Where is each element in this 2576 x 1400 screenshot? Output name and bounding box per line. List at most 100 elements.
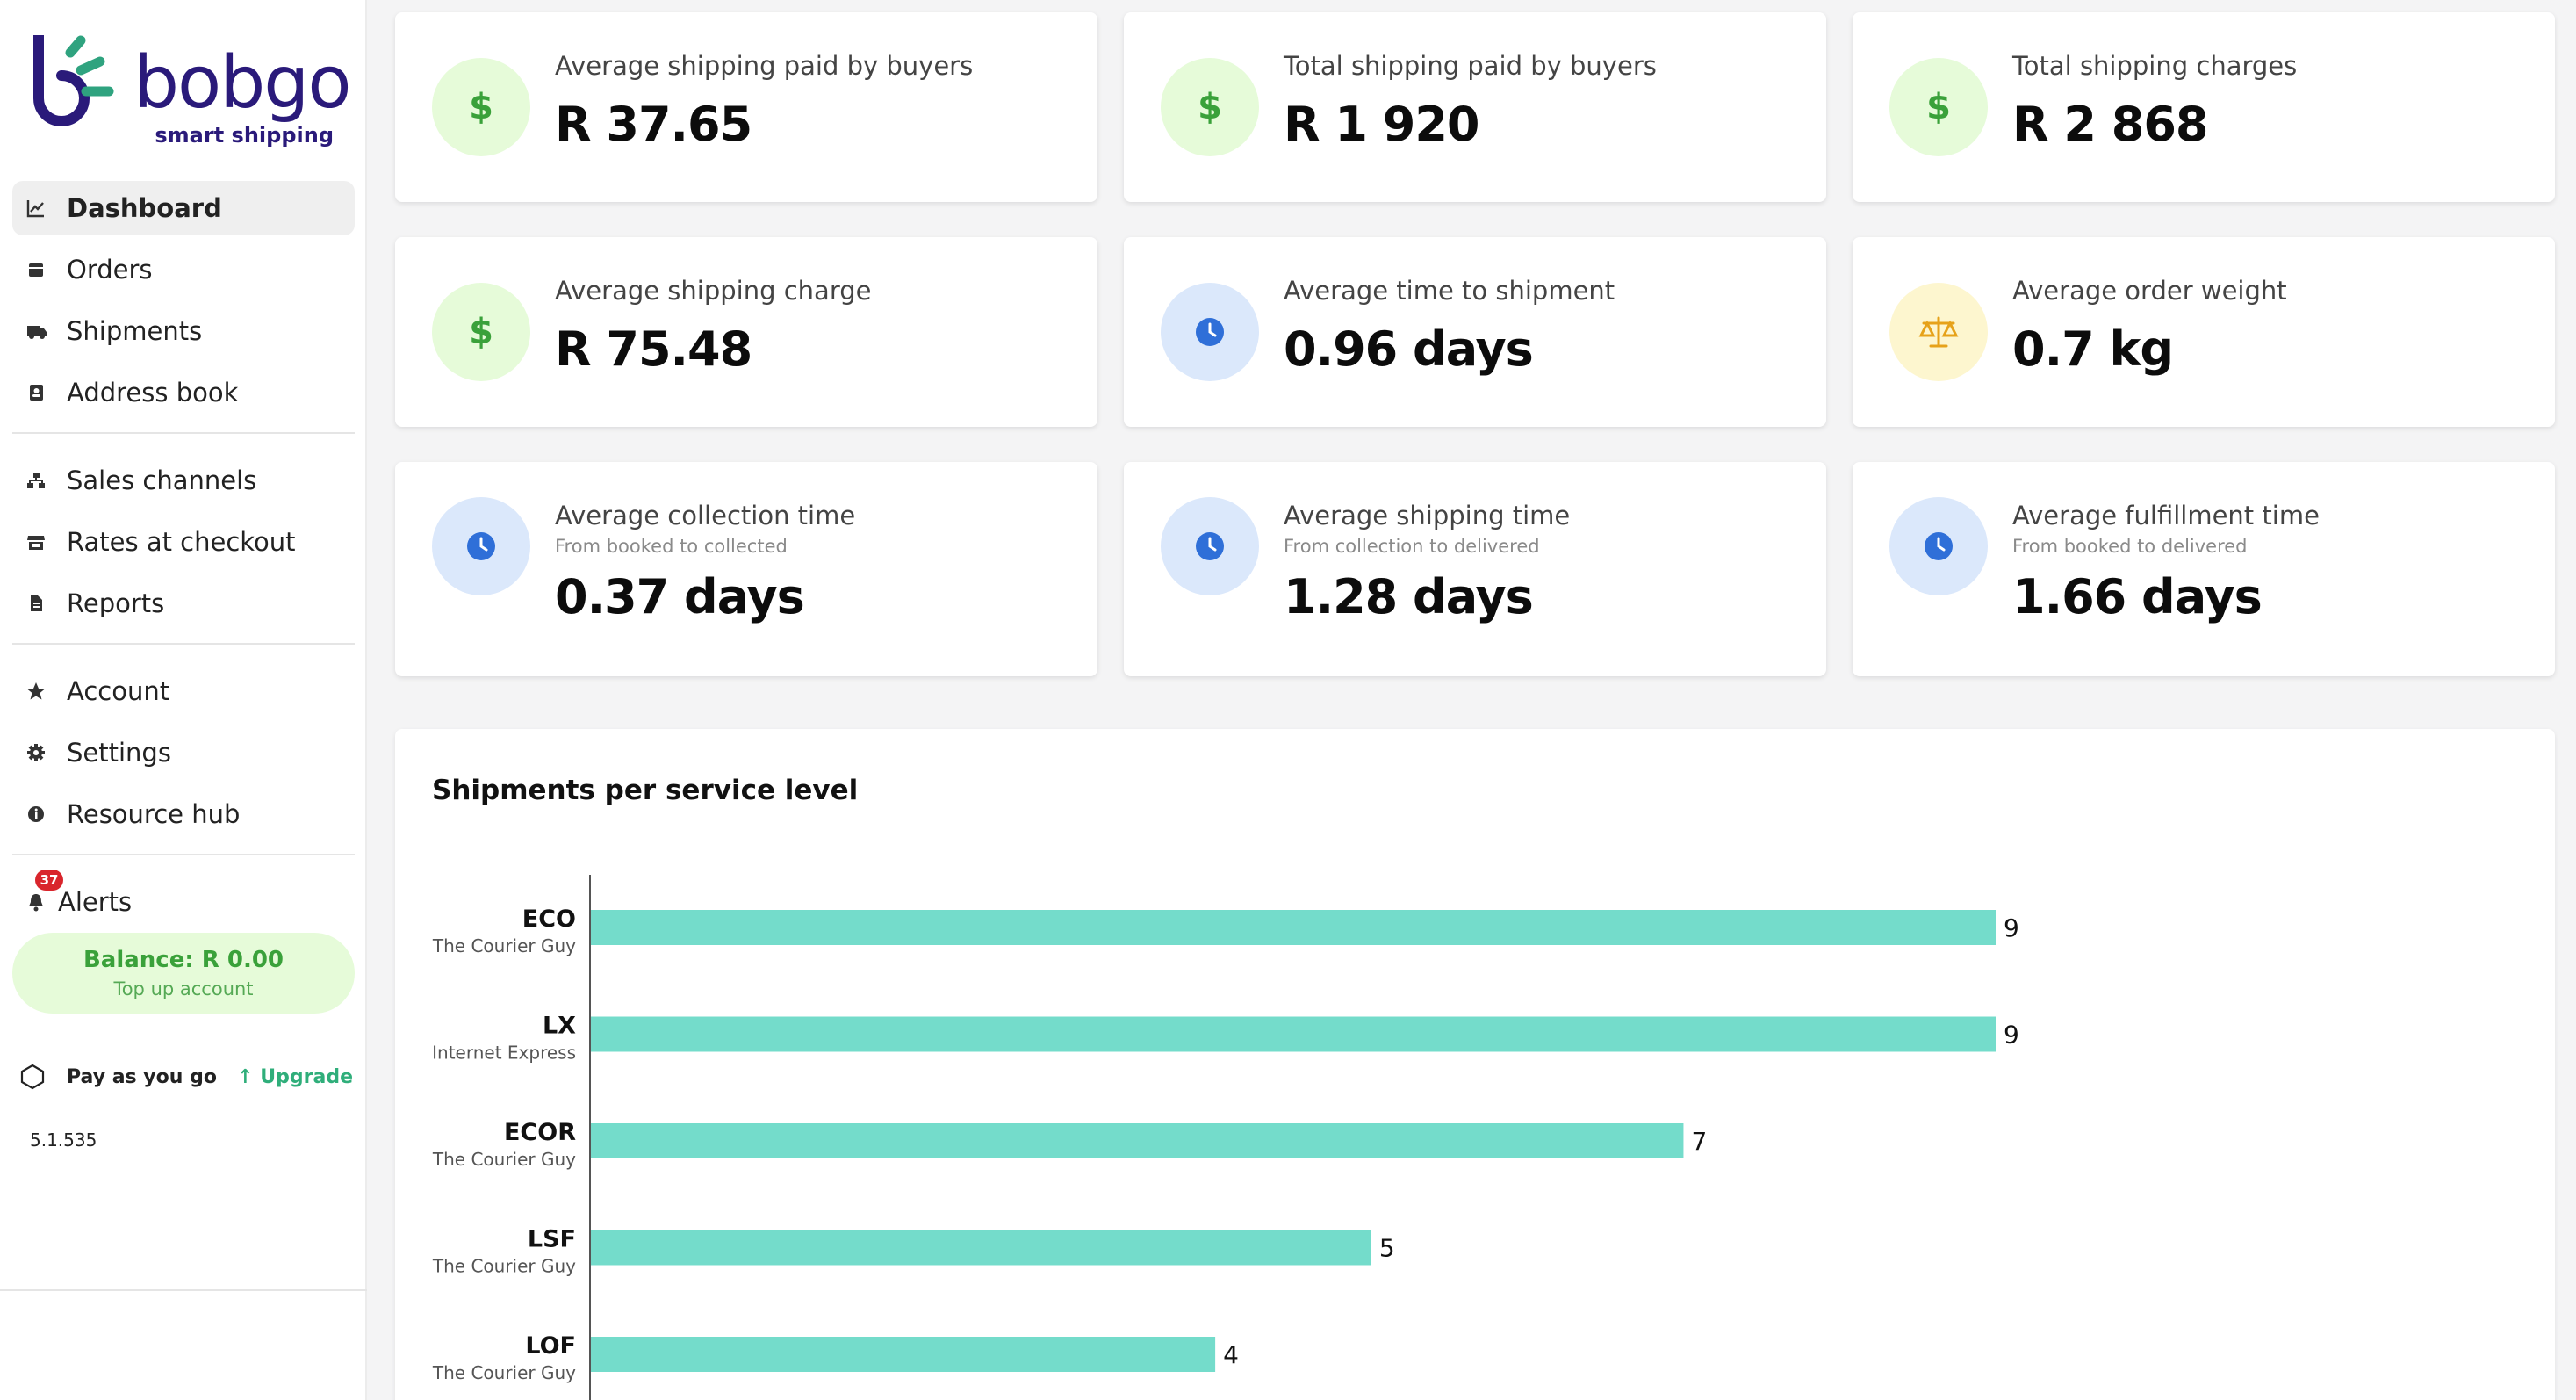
- stat-value: R 75.48: [555, 321, 752, 377]
- sidebar-item-label: Reports: [67, 588, 165, 618]
- stat-card-avg-collection-time: Average collection time From booked to c…: [395, 462, 1097, 676]
- clock-icon: [1161, 497, 1259, 595]
- balance-pill[interactable]: Balance: R 0.00 Top up account: [12, 933, 355, 1014]
- stat-card-avg-shipping-paid: $ Average shipping paid by buyers R 37.6…: [395, 12, 1097, 202]
- stat-label: Average time to shipment: [1284, 276, 1615, 306]
- dollar-icon: $: [1889, 58, 1988, 156]
- courier-tick-label: The Courier Guy: [432, 935, 576, 956]
- stat-card-avg-time-to-shipment: Average time to shipment 0.96 days: [1124, 237, 1826, 427]
- sidebar-item-orders[interactable]: Orders: [12, 242, 355, 297]
- upgrade-label: Upgrade: [260, 1065, 353, 1088]
- bar-ecor[interactable]: [591, 1123, 1684, 1158]
- upgrade-link[interactable]: ↑ Upgrade: [237, 1066, 353, 1088]
- alerts-count-badge: 37: [35, 870, 63, 891]
- sidebar-item-rates-at-checkout[interactable]: Rates at checkout: [12, 515, 355, 569]
- sidebar-item-alerts[interactable]: 37 Alerts: [12, 870, 355, 929]
- top-up-link[interactable]: Top up account: [12, 978, 355, 999]
- sidebar-item-shipments[interactable]: Shipments: [12, 304, 355, 358]
- stat-card-total-shipping-paid: $ Total shipping paid by buyers R 1 920: [1124, 12, 1826, 202]
- plan-name: Pay as you go: [67, 1065, 217, 1088]
- stat-label: Average order weight: [2012, 276, 2287, 306]
- sidebar-item-label: Shipments: [67, 316, 203, 346]
- sidebar-item-account[interactable]: Account: [12, 664, 355, 718]
- stat-value: 0.96 days: [1284, 321, 1534, 377]
- category-tick-label: LOF: [525, 1332, 576, 1360]
- stat-value: 0.7 kg: [2012, 321, 2174, 377]
- sidebar-item-address-book[interactable]: Address book: [12, 365, 355, 420]
- stat-card-avg-order-weight: Average order weight 0.7 kg: [1853, 237, 2555, 427]
- stat-card-avg-fulfillment-time: Average fulfillment time From booked to …: [1853, 462, 2555, 676]
- sidebar-item-label: Alerts: [58, 887, 133, 917]
- file-icon: [26, 594, 46, 613]
- category-tick-label: ECO: [522, 906, 576, 933]
- stat-value: 1.28 days: [1284, 569, 1534, 624]
- sidebar: bobgo smart shipping Dashboard Orders Sh…: [0, 0, 367, 1400]
- stat-value: 1.66 days: [2012, 569, 2263, 624]
- nav-divider: [12, 854, 355, 855]
- sidebar-footer-divider: [0, 1289, 367, 1291]
- scale-icon: [1889, 283, 1988, 381]
- stat-value: 0.37 days: [555, 569, 805, 624]
- star-icon: [26, 682, 46, 701]
- app-version: 5.1.535: [30, 1129, 97, 1151]
- hexagon-icon: [20, 1064, 45, 1090]
- stat-sublabel: From collection to delivered: [1284, 536, 1540, 557]
- category-tick-label: ECOR: [504, 1119, 576, 1146]
- sidebar-item-label: Orders: [67, 255, 153, 285]
- bobgo-logo[interactable]: bobgo smart shipping: [30, 35, 351, 158]
- stat-value: R 2 868: [2012, 97, 2208, 152]
- clock-icon: [432, 497, 530, 595]
- info-icon: [26, 805, 46, 824]
- sidebar-item-sales-channels[interactable]: Sales channels: [12, 453, 355, 508]
- courier-tick-label: The Courier Guy: [432, 1256, 576, 1277]
- brand-tagline: smart shipping: [155, 123, 334, 148]
- stat-card-avg-shipping-charge: $ Average shipping charge R 75.48: [395, 237, 1097, 427]
- sidebar-item-resource-hub[interactable]: Resource hub: [12, 787, 355, 841]
- sidebar-item-label: Sales channels: [67, 465, 257, 495]
- stat-label: Total shipping charges: [2012, 51, 2298, 81]
- stat-card-avg-shipping-time: Average shipping time From collection to…: [1124, 462, 1826, 676]
- nav-divider: [12, 643, 355, 645]
- stat-label: Average shipping charge: [555, 276, 872, 306]
- sidebar-item-label: Address book: [67, 378, 239, 408]
- store-icon: [26, 532, 46, 552]
- dollar-icon: $: [432, 283, 530, 381]
- sitemap-icon: [26, 471, 46, 490]
- nav-divider: [12, 432, 355, 434]
- sidebar-nav: Dashboard Orders Shipments Address book: [12, 181, 355, 936]
- bar-lof[interactable]: [591, 1337, 1216, 1372]
- sidebar-item-reports[interactable]: Reports: [12, 576, 355, 631]
- arrow-up-icon: ↑: [237, 1065, 261, 1088]
- category-tick-label: LX: [543, 1013, 576, 1040]
- gear-icon: [26, 743, 46, 762]
- courier-tick-label: Internet Express: [432, 1043, 576, 1064]
- courier-tick-label: The Courier Guy: [432, 1362, 576, 1383]
- bell-icon: [26, 892, 46, 912]
- bobgo-logo-mark: [33, 35, 114, 126]
- clock-icon: [1161, 283, 1259, 381]
- sidebar-item-label: Settings: [67, 738, 171, 768]
- sidebar-item-settings[interactable]: Settings: [12, 725, 355, 780]
- stat-sublabel: From booked to delivered: [2012, 536, 2248, 557]
- sidebar-item-label: Account: [67, 676, 170, 706]
- sidebar-item-dashboard[interactable]: Dashboard: [12, 181, 355, 235]
- shipments-per-service-level-card: Shipments per service level 9 ECO The Cour…: [395, 729, 2555, 1400]
- sidebar-item-label: Resource hub: [67, 799, 241, 829]
- bar-value-label: 4: [1223, 1340, 1239, 1369]
- bar-value-label: 7: [1691, 1127, 1707, 1156]
- stat-label: Average shipping paid by buyers: [555, 51, 974, 81]
- chart-line-icon: [26, 198, 46, 218]
- bar-lsf[interactable]: [591, 1230, 1371, 1266]
- bar-eco[interactable]: [591, 910, 1996, 945]
- sidebar-item-label: Dashboard: [67, 193, 222, 223]
- box-icon: [26, 260, 46, 279]
- bar-lx[interactable]: [591, 1016, 1996, 1052]
- stat-label: Average collection time: [555, 501, 856, 530]
- brand-name: bobgo: [133, 41, 351, 125]
- courier-tick-label: The Courier Guy: [432, 1149, 576, 1170]
- clock-icon: [1889, 497, 1988, 595]
- bar-value-label: 9: [2004, 1021, 2019, 1050]
- bar-value-label: 5: [1379, 1234, 1395, 1263]
- stat-label: Average shipping time: [1284, 501, 1571, 530]
- shipments-bar-chart: 9ECOThe Courier Guy9LXInternet Express7E…: [432, 875, 2019, 1400]
